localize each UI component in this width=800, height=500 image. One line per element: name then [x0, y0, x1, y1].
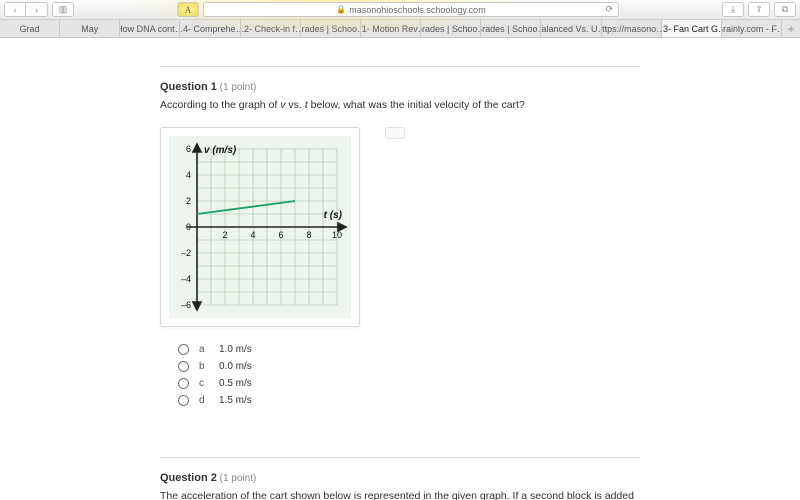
tab-strip: Grad May How DNA cont… 4.4- Comprehe… 1.…: [0, 20, 800, 38]
share-button[interactable]: ⇪: [748, 2, 770, 17]
reader-icon: A: [184, 5, 192, 14]
show-tabs-button[interactable]: ⧉: [774, 2, 796, 17]
image-badge: [385, 127, 405, 139]
radio-a[interactable]: [178, 344, 189, 355]
radio-c[interactable]: [178, 378, 189, 389]
address-bar[interactable]: 🔒 masonohioschools.schoology.com ⟳: [203, 2, 619, 17]
tab-item[interactable]: https://masono…: [602, 20, 662, 37]
question-title: Question 1 (1 point): [160, 81, 640, 93]
divider: [160, 457, 640, 458]
lock-icon: 🔒: [336, 5, 346, 14]
svg-text:10: 10: [332, 230, 342, 240]
option-c[interactable]: c 0.5 m/s: [178, 375, 640, 392]
svg-text:–4: –4: [181, 274, 191, 284]
tab-item[interactable]: 1.2- Check-in f…: [241, 20, 301, 37]
answer-options: a 1.0 m/s b 0.0 m/s c 0.5 m/s d 1.5 m/s: [178, 341, 640, 409]
svg-text:–2: –2: [181, 248, 191, 258]
back-button[interactable]: ‹: [4, 2, 26, 17]
tab-item[interactable]: 4.4- Comprehe…: [180, 20, 240, 37]
quiz-content: Question 1 (1 point) According to the gr…: [160, 38, 640, 500]
divider: [160, 66, 640, 67]
svg-text:6: 6: [278, 230, 283, 240]
radio-d[interactable]: [178, 395, 189, 406]
question-prompt: The acceleration of the cart shown below…: [160, 490, 640, 500]
url-text: masonohioschools.schoology.com: [349, 5, 485, 15]
velocity-graph: v (m/s) t (s) 6 4 2 0 –2 –4 –6 2: [160, 127, 360, 327]
page-scroll[interactable]: Question 1 (1 point) According to the gr…: [0, 38, 800, 500]
question-title: Question 2 (1 point): [160, 472, 640, 484]
downloads-button[interactable]: ⤓: [722, 2, 744, 17]
svg-text:2: 2: [186, 196, 191, 206]
tab-item[interactable]: Balanced Vs. U…: [541, 20, 601, 37]
tab-item[interactable]: Brainly.com - F…: [722, 20, 782, 37]
option-a[interactable]: a 1.0 m/s: [178, 341, 640, 358]
reader-button[interactable]: A: [177, 2, 199, 17]
svg-text:4: 4: [186, 170, 191, 180]
browser-toolbar: ‹ › ▥ A 🔒 masonohioschools.schoology.com…: [0, 0, 800, 20]
option-d[interactable]: d 1.5 m/s: [178, 392, 640, 409]
reload-button[interactable]: ⟳: [605, 4, 613, 15]
tab-item[interactable]: Grades | Schoo…: [301, 20, 361, 37]
tab-item[interactable]: 1.1- Motion Rev…: [361, 20, 421, 37]
tab-item[interactable]: How DNA cont…: [120, 20, 180, 37]
tab-item[interactable]: May: [60, 20, 120, 37]
y-axis-label: v (m/s): [204, 145, 237, 156]
svg-text:6: 6: [186, 144, 191, 154]
svg-text:4: 4: [250, 230, 255, 240]
forward-button[interactable]: ›: [26, 2, 48, 17]
graph-svg: v (m/s) t (s) 6 4 2 0 –2 –4 –6 2: [169, 136, 351, 318]
svg-text:A: A: [185, 5, 192, 14]
tab-item[interactable]: Grades | Schoo…: [421, 20, 481, 37]
x-axis-label: t (s): [324, 210, 343, 221]
svg-text:8: 8: [306, 230, 311, 240]
svg-text:0: 0: [186, 222, 191, 232]
svg-text:2: 2: [222, 230, 227, 240]
question-prompt: According to the graph of v vs. t below,…: [160, 99, 640, 111]
radio-b[interactable]: [178, 361, 189, 372]
new-tab-button[interactable]: +: [782, 20, 800, 37]
tab-item[interactable]: Grades | Schoo…: [481, 20, 541, 37]
tab-item[interactable]: Grad: [0, 20, 60, 37]
option-b[interactable]: b 0.0 m/s: [178, 358, 640, 375]
svg-text:–6: –6: [181, 300, 191, 310]
sidebar-button[interactable]: ▥: [52, 2, 74, 17]
tab-item-active[interactable]: 4.3- Fan Cart G…: [662, 20, 722, 37]
